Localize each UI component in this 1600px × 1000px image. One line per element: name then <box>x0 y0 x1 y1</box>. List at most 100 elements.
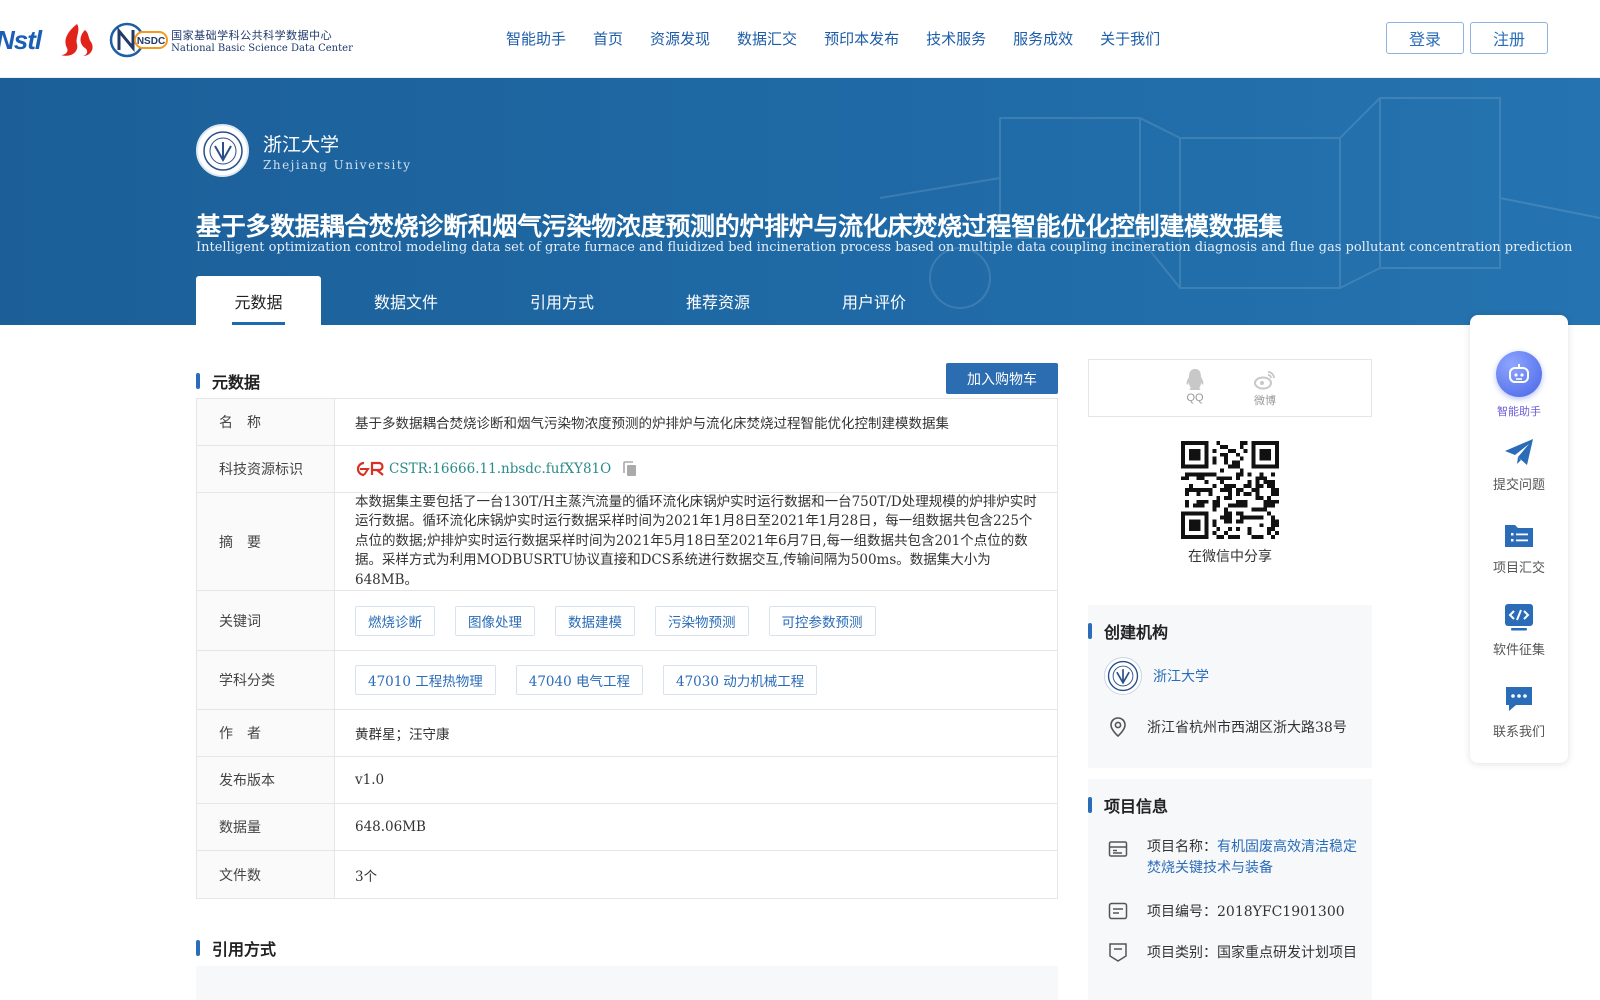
share-weibo[interactable]: 微博 <box>1245 368 1285 408</box>
add-to-cart-button[interactable]: 加入购物车 <box>946 363 1058 394</box>
paper-plane-icon <box>1505 439 1533 465</box>
code-icon <box>1505 604 1533 631</box>
project-number-icon <box>1108 902 1128 920</box>
nav-service-results[interactable]: 服务成效 <box>1013 28 1073 49</box>
table-row: 名 称 基于多数据耦合焚烧诊断和烟气污染物浓度预测的炉排炉与流化床焚烧过程智能优… <box>197 399 1057 446</box>
register-button[interactable]: 注册 <box>1470 22 1548 54</box>
row-label-identifier: 科技资源标识 <box>197 446 335 492</box>
subject-chip[interactable]: 47040 电气工程 <box>515 665 643 695</box>
share-qq-label: QQ <box>1186 392 1204 404</box>
nav-home[interactable]: 首页 <box>593 28 623 49</box>
project-type-value: 国家重点研发计划项目 <box>1217 945 1357 961</box>
org-logo <box>1104 657 1142 695</box>
nsdc-badge-letters: NSDC <box>137 36 165 47</box>
nsdc-name-cn: 国家基础学科公共科学数据中心 <box>171 28 333 42</box>
project-code-value: 2018YFC1901300 <box>1217 904 1345 920</box>
tab-data-files[interactable]: 数据文件 <box>321 276 491 325</box>
row-value-size: 648.06MB <box>355 819 426 835</box>
dataset-tabs: 元数据 数据文件 引用方式 推荐资源 用户评价 <box>196 276 945 325</box>
nav-about-us[interactable]: 关于我们 <box>1100 28 1160 49</box>
table-row: 科技资源标识 CSTR:16666.11.nbsdc.fufXY81O <box>197 446 1057 493</box>
org-address-text: 浙江省杭州市西湖区浙大路38号 <box>1147 720 1347 736</box>
partner-logos: Nstl NSDC 国家基础学科公共科学数据中心 National Basic … <box>0 18 353 62</box>
keyword-chip[interactable]: 燃烧诊断 <box>355 605 435 636</box>
share-weibo-label: 微博 <box>1254 395 1276 407</box>
keyword-chip[interactable]: 图像处理 <box>455 605 535 636</box>
cstr-value[interactable]: CSTR:16666.11.nbsdc.fufXY81O <box>389 461 611 477</box>
table-row: 数据量 648.06MB <box>197 804 1057 851</box>
nsdc-logo[interactable]: NSDC 国家基础学科公共科学数据中心 National Basic Scien… <box>109 22 353 58</box>
float-software-collection-label: 软件征集 <box>1492 643 1545 658</box>
metadata-section-title: 元数据 <box>212 373 261 392</box>
row-label-abstract: 摘 要 <box>197 493 335 590</box>
float-submit-question[interactable]: 提交问题 <box>1470 436 1568 493</box>
subject-chip[interactable]: 47030 动力机械工程 <box>663 665 818 695</box>
float-contact-us[interactable]: 联系我们 <box>1470 683 1568 740</box>
creator-org: 浙江大学 <box>1104 657 1209 695</box>
cstr-logo-icon <box>356 461 384 477</box>
project-code: 项目编号：2018YFC1901300 <box>1108 901 1345 921</box>
project-code-label: 项目编号： <box>1147 904 1217 920</box>
qr-finder-center <box>1188 519 1201 532</box>
tab-user-reviews[interactable]: 用户评价 <box>803 276 945 325</box>
nav-smart-assistant[interactable]: 智能助手 <box>506 28 566 49</box>
keyword-chip[interactable]: 可控参数预测 <box>768 605 876 636</box>
table-row: 作 者 黄群星；汪守康 <box>197 710 1057 757</box>
login-button[interactable]: 登录 <box>1386 22 1464 54</box>
keyword-chip[interactable]: 污染物预测 <box>655 605 749 636</box>
keyword-chip[interactable]: 数据建模 <box>555 605 635 636</box>
nav-resource-discovery[interactable]: 资源发现 <box>650 28 710 49</box>
creator-panel: 创建机构 浙江大学 浙江省杭州市西湖区浙大路38号 <box>1088 605 1372 768</box>
section-marker <box>196 373 200 389</box>
chat-bubble-icon <box>1506 687 1532 711</box>
table-row: 学科分类 47010 工程热物理 47040 电气工程 47030 动力机械工程 <box>197 651 1057 710</box>
row-label-keywords: 关键词 <box>197 591 335 650</box>
row-label-size: 数据量 <box>197 804 335 850</box>
nav-data-submission[interactable]: 数据汇交 <box>737 28 797 49</box>
copy-icon[interactable] <box>623 461 637 477</box>
robot-icon <box>1496 351 1542 397</box>
tab-metadata[interactable]: 元数据 <box>196 276 321 325</box>
creator-section-title: 创建机构 <box>1104 623 1169 642</box>
project-card-icon <box>1108 841 1128 857</box>
float-project-submission-label: 项目汇交 <box>1492 561 1545 576</box>
zju-logo <box>196 124 249 177</box>
red-swirl-logo[interactable] <box>57 22 95 58</box>
nsdc-badge-icon: NSDC <box>109 22 169 58</box>
nav-tech-services[interactable]: 技术服务 <box>926 28 986 49</box>
citation-section-title: 引用方式 <box>212 940 277 959</box>
row-label-authors: 作 者 <box>197 710 335 756</box>
project-type-label: 项目类别： <box>1147 945 1217 961</box>
abstract-text: 本数据集主要包括了一台130T/H主蒸汽流量的循环流化床锅炉实时运行数据和一台7… <box>355 493 1037 588</box>
share-qq[interactable]: QQ <box>1175 368 1215 404</box>
keyword-list: 燃烧诊断 图像处理 数据建模 污染物预测 可控参数预测 <box>355 605 896 636</box>
project-name-label: 项目名称： <box>1147 839 1217 855</box>
zju-emblem-icon <box>1107 660 1139 692</box>
project-section-title: 项目信息 <box>1104 797 1169 816</box>
tab-citation[interactable]: 引用方式 <box>491 276 633 325</box>
background-decoration <box>880 97 1600 309</box>
tab-recommended[interactable]: 推荐资源 <box>633 276 803 325</box>
qr-finder-center <box>1259 448 1272 461</box>
float-software-collection[interactable]: 软件征集 <box>1470 601 1568 658</box>
dataset-title: 基于多数据耦合焚烧诊断和烟气污染物浓度预测的炉排炉与流化床焚烧过程智能优化控制建… <box>196 212 1283 241</box>
cstr-identifier[interactable]: CSTR:16666.11.nbsdc.fufXY81O <box>355 461 637 477</box>
share-box: QQ 微博 <box>1088 359 1372 417</box>
row-value-version: v1.0 <box>355 772 385 788</box>
dataset-subtitle: Intelligent optimization control modelin… <box>196 240 1573 255</box>
main-nav: 智能助手 首页 资源发现 数据汇交 预印本发布 技术服务 服务成效 关于我们 <box>506 28 1187 49</box>
float-smart-assistant[interactable]: 智能助手 <box>1470 351 1568 419</box>
section-marker <box>1088 797 1092 813</box>
institution-name-en: Zhejiang University <box>263 158 412 172</box>
project-name: 项目名称：有机固废高效清洁稳定焚烧关键技术与装备 <box>1108 837 1358 879</box>
org-name-link[interactable]: 浙江大学 <box>1153 666 1209 686</box>
location-pin-icon <box>1110 717 1126 737</box>
nstl-logo[interactable]: Nstl <box>0 25 42 56</box>
subject-chip[interactable]: 47010 工程热物理 <box>355 665 496 695</box>
nav-preprint[interactable]: 预印本发布 <box>824 28 899 49</box>
row-label-files: 文件数 <box>197 851 335 898</box>
float-project-submission[interactable]: 项目汇交 <box>1470 519 1568 576</box>
institution-name-cn[interactable]: 浙江大学 <box>263 130 339 157</box>
top-navigation-bar: Nstl NSDC 国家基础学科公共科学数据中心 National Basic … <box>0 0 1600 78</box>
section-marker <box>196 940 200 956</box>
